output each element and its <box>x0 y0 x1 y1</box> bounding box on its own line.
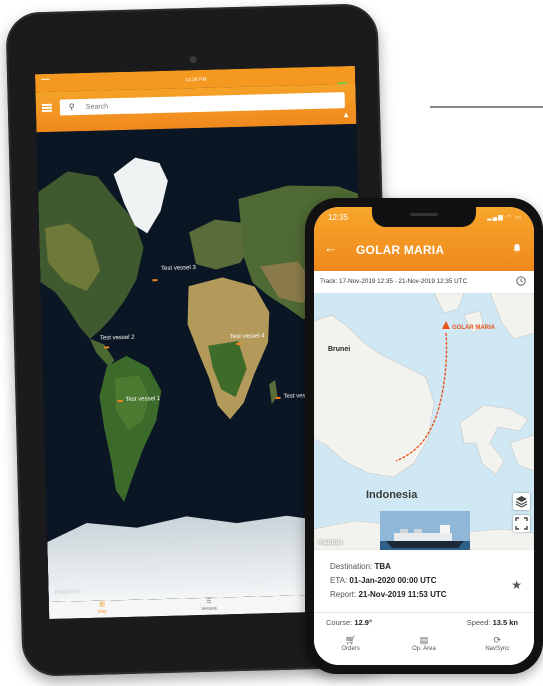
vessel-marker-1[interactable] <box>117 400 123 403</box>
vessel-marker-4[interactable] <box>236 342 242 346</box>
mapbox-logo: mapbox <box>54 588 82 596</box>
search-bar[interactable]: ⚲ <box>59 92 345 116</box>
vessel-label-3[interactable]: Test vessel 3 <box>161 265 196 272</box>
track-range-bar[interactable]: Track: 17-Nov-2019 12:35 - 21-Nov-2019 1… <box>314 271 534 294</box>
destination-label: Destination: <box>330 562 373 571</box>
bell-icon[interactable] <box>512 243 522 253</box>
vessel-marker-3[interactable] <box>152 279 158 282</box>
vessel-label-1[interactable]: Test vessel 1 <box>125 396 160 403</box>
nav-op-area-label: Op. Area <box>412 646 436 652</box>
tablet-camera <box>189 55 197 64</box>
phone-app-bar: 12:35 ▂▄▆ ◠ ▭ ← GOLAR MARIA <box>314 207 534 271</box>
favorite-star-icon[interactable]: ★ <box>511 578 522 592</box>
clock-icon[interactable] <box>516 276 526 286</box>
phone-notch <box>372 207 476 227</box>
vessel-marker-5[interactable] <box>275 396 281 400</box>
eta-label: ETA: <box>330 576 348 585</box>
bell-icon[interactable]: ▲ <box>342 110 350 119</box>
vessel-label-4[interactable]: Test vessel 4 <box>230 333 265 340</box>
vessel-photo[interactable] <box>380 511 470 550</box>
nav-navsync[interactable]: ⟳ NavSync <box>461 631 534 665</box>
phone-device: 12:35 ▂▄▆ ◠ ▭ ← GOLAR MARIA Track: 17-No… <box>305 198 543 674</box>
fullscreen-button[interactable] <box>513 515 530 532</box>
course-row: Course: 12.9° <box>326 618 372 627</box>
fullscreen-icon <box>515 517 528 530</box>
cart-icon: 🛒︎ <box>344 635 357 645</box>
tab-vessels-label: Vessels <box>201 605 217 612</box>
back-arrow-icon[interactable]: ← <box>324 241 337 255</box>
speed-label: Speed: <box>466 618 491 627</box>
layers-icon <box>515 496 528 508</box>
eta-value: 01-Jan-2020 00:00 UTC <box>349 576 437 585</box>
vessel-track-map[interactable]: Brunei Indonesia GOLAR MARIA mapbox <box>314 293 534 550</box>
phone-bottom-nav: 🛒︎ Orders ▤ Op. Area ⟳ NavSync <box>314 631 534 665</box>
vessel-info-panel: Destination: TBA ETA: 01-Jan-2020 00:00 … <box>314 550 534 612</box>
speaker-grille <box>410 213 438 216</box>
vessel-label-2[interactable]: Test vessel 2 <box>100 335 135 342</box>
destination-value: TBA <box>374 562 391 571</box>
carrier-signal: ••••• <box>41 76 50 84</box>
vessel-title: GOLAR MARIA <box>356 243 445 257</box>
layers-button[interactable] <box>513 493 530 510</box>
track-range-text: Track: 17-Nov-2019 12:35 - 21-Nov-2019 1… <box>320 278 468 285</box>
vessel-marker-2[interactable] <box>104 346 110 349</box>
phone-clock: 12:35 <box>328 213 349 222</box>
nav-orders-label: Orders <box>341 646 360 652</box>
course-value: 12.9° <box>354 618 372 627</box>
report-label: Report: <box>330 590 357 599</box>
place-label-indonesia: Indonesia <box>366 489 418 501</box>
tablet-clock: 14:36 PM <box>185 76 207 84</box>
course-label: Course: <box>326 618 353 627</box>
destination-row: Destination: TBA <box>330 562 391 571</box>
mapbox-logo: mapbox <box>318 539 343 546</box>
speed-row: Speed: 13.5 kn <box>467 618 518 627</box>
sync-icon: ⟳ <box>493 635 502 645</box>
tab-map[interactable]: ▥ Map <box>49 599 156 619</box>
eta-row: ETA: 01-Jan-2020 00:00 UTC <box>330 576 437 585</box>
tab-vessels[interactable]: ☰ Vessels <box>155 596 262 616</box>
signal-wifi-battery-icon: ▂▄▆ ◠ ▭ <box>487 215 522 221</box>
decorative-line <box>430 106 543 108</box>
phone-screen: 12:35 ▂▄▆ ◠ ▭ ← GOLAR MARIA Track: 17-No… <box>314 207 534 665</box>
nav-op-area[interactable]: ▤ Op. Area <box>387 631 460 665</box>
search-input[interactable] <box>85 94 326 113</box>
area-icon: ▤ <box>419 635 429 645</box>
report-row: Report: 21-Nov-2019 11:53 UTC <box>330 590 447 599</box>
place-label-brunei: Brunei <box>328 346 351 353</box>
speed-value: 13.5 kn <box>492 618 518 627</box>
report-value: 21-Nov-2019 11:53 UTC <box>358 590 447 599</box>
nav-orders[interactable]: 🛒︎ Orders <box>314 631 387 665</box>
menu-icon[interactable] <box>41 103 52 113</box>
vessel-position-label[interactable]: GOLAR MARIA <box>452 325 495 331</box>
course-speed-bar: Course: 12.9° Speed: 13.5 kn <box>314 612 534 632</box>
search-icon: ⚲ <box>68 102 75 112</box>
nav-navsync-label: NavSync <box>485 646 510 652</box>
tab-map-label: Map <box>97 608 107 614</box>
